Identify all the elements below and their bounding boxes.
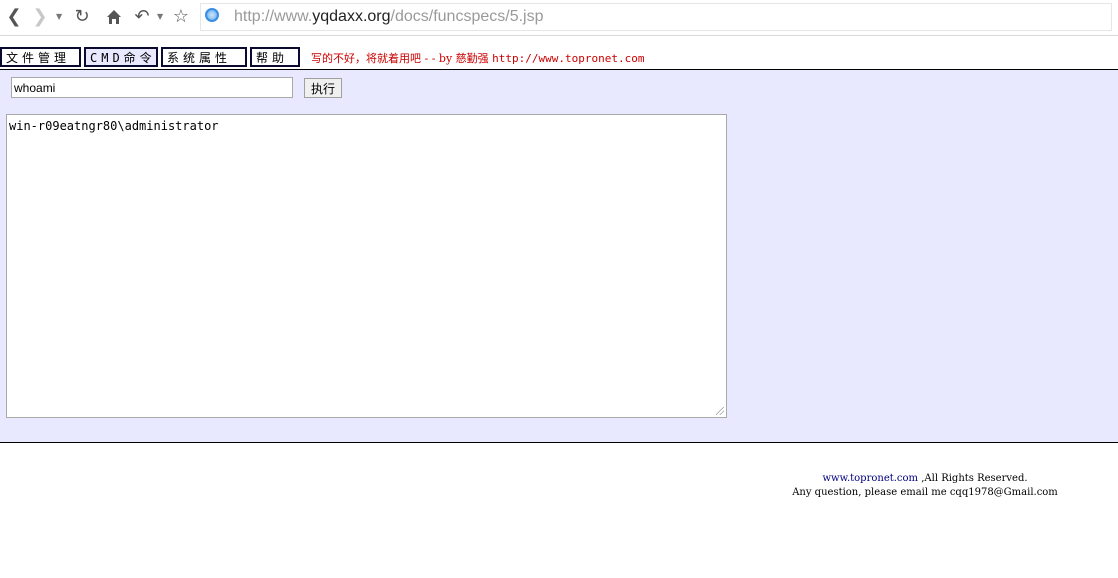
- site-icon: [205, 8, 219, 22]
- command-panel: 执行 win-r09eatngr80\administrator: [0, 70, 1118, 442]
- reload-icon[interactable]: ↻: [71, 4, 93, 30]
- tagline: 写的不好，将就着用吧 - - by 慈勤强 http://www.toprone…: [311, 50, 645, 66]
- footer-rights-line: www.topronet.com ,All Rights Reserved.: [760, 472, 1090, 486]
- url-text[interactable]: http://www.yqdaxx.org/docs/funcspecs/5.j…: [234, 8, 543, 26]
- footer-rights: ,All Rights Reserved.: [918, 473, 1028, 484]
- divider-bottom: [0, 442, 1118, 443]
- menu-cmd[interactable]: CMD命令: [84, 47, 158, 67]
- command-output[interactable]: win-r09eatngr80\administrator: [6, 114, 727, 418]
- star-icon[interactable]: ☆: [170, 4, 192, 30]
- execute-button[interactable]: 执行: [304, 78, 342, 98]
- command-input[interactable]: [11, 77, 293, 98]
- resize-grip-icon[interactable]: [716, 407, 724, 415]
- home-icon-graphic: [107, 10, 121, 24]
- url-path: /docs/funcspecs/5.jsp: [390, 8, 544, 25]
- tagline-text: 写的不好，将就着用吧 - - by 慈勤强: [311, 52, 493, 65]
- menu-help[interactable]: 帮助: [250, 47, 300, 67]
- chevron-down-icon[interactable]: ▼: [56, 12, 62, 21]
- menu-file-manager[interactable]: 文件管理: [0, 47, 81, 67]
- home-icon[interactable]: [103, 4, 125, 30]
- url-host: yqdaxx.org: [312, 8, 391, 25]
- undo-icon[interactable]: ↶: [131, 4, 153, 30]
- chevron-down-icon[interactable]: ▼: [157, 12, 163, 21]
- menu-system-properties[interactable]: 系统属性: [161, 47, 247, 67]
- forward-icon[interactable]: ❯: [29, 4, 51, 30]
- back-icon[interactable]: ❮: [3, 4, 25, 30]
- top-menu: 文件管理 CMD命令 系统属性 帮助 写的不好，将就着用吧 - - by 慈勤强…: [0, 46, 1118, 68]
- browser-toolbar: ❮ ❯ ▼ ↻ ↶ ▼ ☆ http://www.yqdaxx.org/docs…: [0, 0, 1118, 36]
- footer: www.topronet.com ,All Rights Reserved. A…: [760, 472, 1090, 500]
- footer-site-link[interactable]: www.topronet.com: [822, 473, 918, 484]
- tagline-link[interactable]: http://www.topronet.com: [492, 52, 644, 65]
- url-scheme: http://www.: [234, 8, 313, 25]
- footer-contact: Any question, please email me cqq1978@Gm…: [792, 487, 1058, 498]
